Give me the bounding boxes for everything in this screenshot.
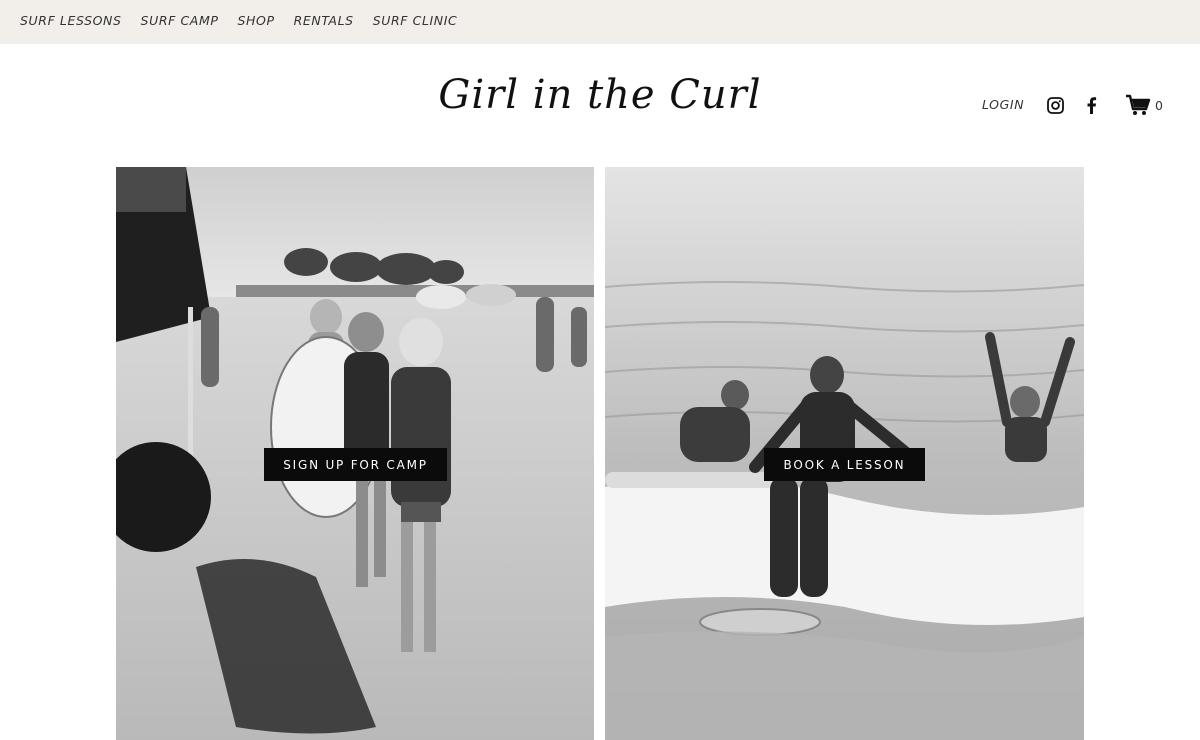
nav-shop[interactable]: SHOP <box>237 13 274 28</box>
cart-icon[interactable] <box>1125 94 1151 116</box>
login-link[interactable]: LOGIN <box>982 97 1024 112</box>
facebook-icon[interactable] <box>1085 96 1097 114</box>
site-logo[interactable]: Girl in the Curl <box>430 72 770 118</box>
cart-count: 0 <box>1155 98 1163 113</box>
lesson-panel[interactable]: BOOK A LESSON <box>605 167 1084 740</box>
nav-surf-camp[interactable]: SURF CAMP <box>141 13 219 28</box>
nav-surf-lessons[interactable]: SURF LESSONS <box>20 13 122 28</box>
nav-surf-clinic[interactable]: SURF CLINIC <box>373 13 458 28</box>
book-a-lesson-button[interactable]: BOOK A LESSON <box>764 448 925 481</box>
sign-up-for-camp-button[interactable]: SIGN UP FOR CAMP <box>264 448 447 481</box>
nav-rentals[interactable]: RENTALS <box>294 13 354 28</box>
top-nav-bar: SURF LESSONS SURF CAMP SHOP RENTALS SURF… <box>0 0 1200 44</box>
camp-panel[interactable]: SIGN UP FOR CAMP <box>116 167 594 740</box>
instagram-icon[interactable] <box>1047 97 1064 114</box>
top-nav: SURF LESSONS SURF CAMP SHOP RENTALS SURF… <box>20 13 457 28</box>
